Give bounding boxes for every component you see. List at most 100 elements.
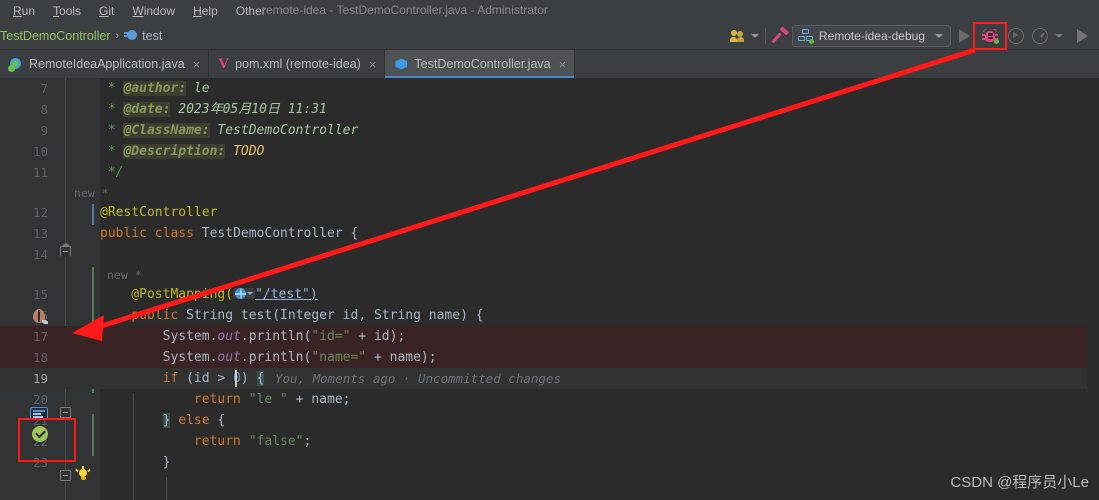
code-line[interactable]: 23 } bbox=[0, 452, 1099, 473]
watermark: CSDN @程序员小Le bbox=[950, 474, 1089, 491]
code-editor[interactable]: 7 * @author: le 8 * @date: 2023年05月10日 11… bbox=[0, 78, 1099, 500]
breadcrumb-class[interactable]: TestDemoController bbox=[0, 29, 110, 43]
code-line[interactable]: 12 @RestController bbox=[0, 202, 1099, 223]
code-text: */ bbox=[100, 165, 124, 180]
debug-bug-icon bbox=[982, 28, 999, 44]
line-number: 10 bbox=[32, 144, 48, 159]
run-button[interactable] bbox=[951, 25, 977, 47]
line-number: 11 bbox=[32, 165, 48, 180]
chevron-down-icon[interactable] bbox=[1055, 34, 1063, 38]
profiler-gauge-icon bbox=[1032, 28, 1048, 44]
tab-close-icon[interactable]: × bbox=[559, 57, 567, 72]
editor-tab-bar: RemoteIdeaApplication.java × V pom.xml (… bbox=[0, 50, 1099, 78]
tab-close-icon[interactable]: × bbox=[193, 57, 201, 72]
run-configuration-label: Remote-idea-debug bbox=[818, 29, 925, 43]
code-text: return "le " + name; bbox=[193, 392, 351, 407]
code-line[interactable]: 8 * @date: 2023年05月10日 11:31 bbox=[0, 99, 1099, 120]
run-play-icon bbox=[958, 29, 970, 43]
run-anything-button[interactable] bbox=[1069, 25, 1095, 47]
code-line[interactable]: 9 * @ClassName: TestDemoController bbox=[0, 120, 1099, 141]
intention-bulb-icon[interactable] bbox=[75, 466, 91, 483]
editor-scrollbar[interactable] bbox=[1087, 156, 1099, 500]
line-number: 23 bbox=[32, 455, 48, 470]
code-line[interactable]: 17 System.out.println("id=" + id); bbox=[0, 326, 1099, 347]
code-text: if (id > 0) { bbox=[162, 371, 265, 386]
code-text: * @Description: TODO bbox=[100, 144, 265, 159]
vcs-inlay-hint: new * bbox=[107, 268, 142, 282]
spring-bean-icon[interactable] bbox=[32, 309, 48, 324]
code-line[interactable]: 10 * @Description: TODO bbox=[0, 141, 1099, 162]
line-number: 8 bbox=[40, 102, 48, 117]
fold-marker[interactable] bbox=[60, 407, 71, 418]
text-caret bbox=[235, 370, 237, 387]
code-line[interactable]: 7 * @author: le bbox=[0, 78, 1099, 99]
chevron-down-icon bbox=[750, 34, 759, 38]
web-endpoint-inlay[interactable] bbox=[233, 288, 256, 299]
java-class-icon bbox=[394, 57, 408, 71]
line-number: 7 bbox=[40, 81, 48, 96]
method-icon bbox=[124, 29, 138, 42]
code-with-me-button[interactable] bbox=[729, 25, 759, 47]
line-number: 12 bbox=[32, 205, 48, 220]
code-line[interactable]: 16 public String test(Integer id, String… bbox=[0, 305, 1099, 326]
code-line[interactable]: 18 System.out.println("name=" + name); bbox=[0, 347, 1099, 368]
vcs-inline-annotation: You, Moments ago · Uncommitted changes bbox=[275, 371, 561, 386]
line-number: 18 bbox=[32, 350, 48, 365]
breadcrumb: TestDemoController › test bbox=[0, 29, 162, 43]
line-number: 15 bbox=[32, 287, 48, 302]
run-method-icon[interactable] bbox=[30, 407, 48, 420]
code-text: return "false"; bbox=[193, 434, 312, 449]
menu-item-git[interactable]: Git bbox=[90, 2, 123, 20]
line-number: 14 bbox=[32, 247, 48, 262]
main-toolbar: Remote-idea-debug bbox=[729, 22, 1095, 50]
code-text: * @author: le bbox=[100, 81, 210, 96]
code-text: public class TestDemoController { bbox=[100, 226, 359, 241]
code-text: * @ClassName: TestDemoController bbox=[100, 123, 359, 138]
line-number: 19 bbox=[32, 371, 48, 386]
code-text: System.out.println("name=" + name); bbox=[100, 350, 437, 365]
code-line[interactable]: 11 */ bbox=[0, 162, 1099, 183]
line-number: 9 bbox=[40, 123, 48, 138]
window-title: remote-idea - TestDemoController.java - … bbox=[262, 3, 548, 17]
debug-button[interactable] bbox=[973, 22, 1007, 50]
tab-label: pom.xml (remote-idea) bbox=[235, 57, 361, 71]
rerun-button[interactable] bbox=[1003, 25, 1029, 47]
code-line[interactable]: 15 @PostMapping("/test") bbox=[0, 284, 1099, 305]
tab-test-demo-controller[interactable]: TestDemoController.java × bbox=[385, 50, 576, 78]
mapping-path[interactable]: "/test") bbox=[255, 287, 318, 302]
tab-remote-idea-application[interactable]: RemoteIdeaApplication.java × bbox=[0, 50, 210, 78]
code-line[interactable]: 14 bbox=[0, 244, 1099, 265]
code-text: } else { bbox=[162, 413, 226, 428]
indent-guide bbox=[166, 477, 167, 500]
hammer-icon bbox=[771, 26, 790, 45]
build-project-button[interactable] bbox=[771, 25, 790, 47]
toolbar-divider bbox=[764, 28, 766, 44]
code-line[interactable]: 20 return "le " + name; bbox=[0, 389, 1099, 410]
breadcrumb-separator: › bbox=[115, 29, 120, 42]
code-text: System.out.println("id=" + id); bbox=[100, 329, 406, 344]
tab-pom-xml[interactable]: V pom.xml (remote-idea) × bbox=[209, 50, 386, 78]
idea-window: Run Tools Git Window Help Other remote-i… bbox=[0, 0, 1099, 500]
run-configuration-selector[interactable]: Remote-idea-debug bbox=[791, 25, 951, 47]
breadcrumb-method[interactable]: test bbox=[142, 29, 162, 43]
profiler-button[interactable] bbox=[1029, 25, 1051, 47]
fold-marker[interactable] bbox=[60, 470, 71, 481]
code-text: public String test(Integer id, String na… bbox=[131, 308, 484, 323]
menu-item-run[interactable]: Run bbox=[4, 2, 44, 20]
line-number: 17 bbox=[32, 329, 48, 344]
code-line[interactable]: 13 public class TestDemoController { bbox=[0, 223, 1099, 244]
chevron-down-icon bbox=[935, 34, 943, 38]
tab-close-icon[interactable]: × bbox=[369, 57, 377, 72]
code-text: @PostMapping("/test") bbox=[100, 287, 318, 302]
code-line[interactable]: 21 } else { bbox=[0, 410, 1099, 431]
menu-item-tools[interactable]: Tools bbox=[44, 2, 90, 20]
fold-marker[interactable] bbox=[60, 243, 72, 257]
menu-item-help[interactable]: Help bbox=[184, 2, 227, 20]
menu-bar: Run Tools Git Window Help Other remote-i… bbox=[0, 0, 1099, 22]
navigation-bar: TestDemoController › test Remote-idea-de… bbox=[0, 22, 1099, 50]
code-line[interactable]: 19 if (id > 0) { You, Moments ago · Uncom… bbox=[0, 368, 1099, 389]
test-passed-check-icon[interactable] bbox=[32, 426, 48, 442]
menu-item-window[interactable]: Window bbox=[123, 2, 184, 20]
play-icon bbox=[1076, 29, 1088, 43]
code-line[interactable]: 22 return "false"; bbox=[0, 431, 1099, 452]
